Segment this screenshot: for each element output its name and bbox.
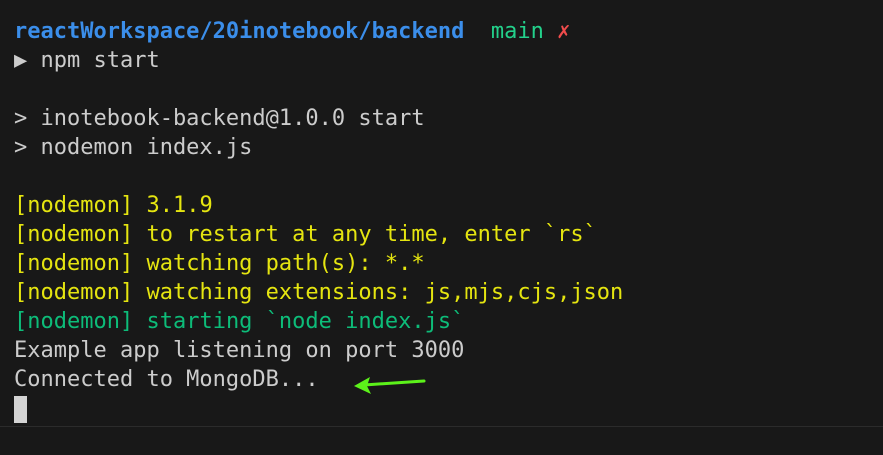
nodemon-version-line: [nodemon] 3.1.9 xyxy=(14,191,883,220)
nodemon-restart-line: [nodemon] to restart at any time, enter … xyxy=(14,220,883,249)
nodemon-tag: [nodemon] xyxy=(14,222,134,247)
nodemon-message: to restart at any time, enter `rs` xyxy=(146,222,597,247)
nodemon-watch-ext-line: [nodemon] watching extensions: js,mjs,cj… xyxy=(14,278,883,307)
prompt-line: reactWorkspace/20inotebook/backend main … xyxy=(14,17,883,46)
nodemon-tag: [nodemon] xyxy=(14,309,134,334)
script-header: > inotebook-backend@1.0.0 start xyxy=(14,106,425,131)
app-listening-line: Example app listening on port 3000 xyxy=(14,338,465,363)
cursor-line[interactable] xyxy=(14,394,883,423)
terminal-panel[interactable]: reactWorkspace/20inotebook/backend main … xyxy=(0,0,883,455)
command-line: ▶ npm start xyxy=(14,46,883,75)
nodemon-tag: [nodemon] xyxy=(14,251,134,276)
prompt-path: reactWorkspace/20inotebook/backend xyxy=(14,19,465,44)
prompt-symbol: ▶ xyxy=(14,48,28,73)
nodemon-message: starting `node index.js` xyxy=(146,309,465,334)
nodemon-message: 3.1.9 xyxy=(146,193,213,218)
arrow-left-icon xyxy=(354,377,426,394)
terminal-cursor xyxy=(14,395,27,423)
mongo-connected-line: Connected to MongoDB... xyxy=(14,367,319,392)
script-command: > nodemon index.js xyxy=(14,135,253,160)
nodemon-message: watching path(s): *.* xyxy=(146,251,425,276)
nodemon-watch-path-line: [nodemon] watching path(s): *.* xyxy=(14,249,883,278)
panel-divider xyxy=(0,426,883,427)
command-text: npm start xyxy=(40,48,160,73)
nodemon-message: watching extensions: js,mjs,cjs,json xyxy=(146,280,624,305)
git-branch: main xyxy=(490,19,544,44)
nodemon-tag: [nodemon] xyxy=(14,193,134,218)
nodemon-starting-line: [nodemon] starting `node index.js` xyxy=(14,307,883,336)
git-dirty-mark: ✗ xyxy=(557,19,571,44)
nodemon-tag: [nodemon] xyxy=(14,280,134,305)
